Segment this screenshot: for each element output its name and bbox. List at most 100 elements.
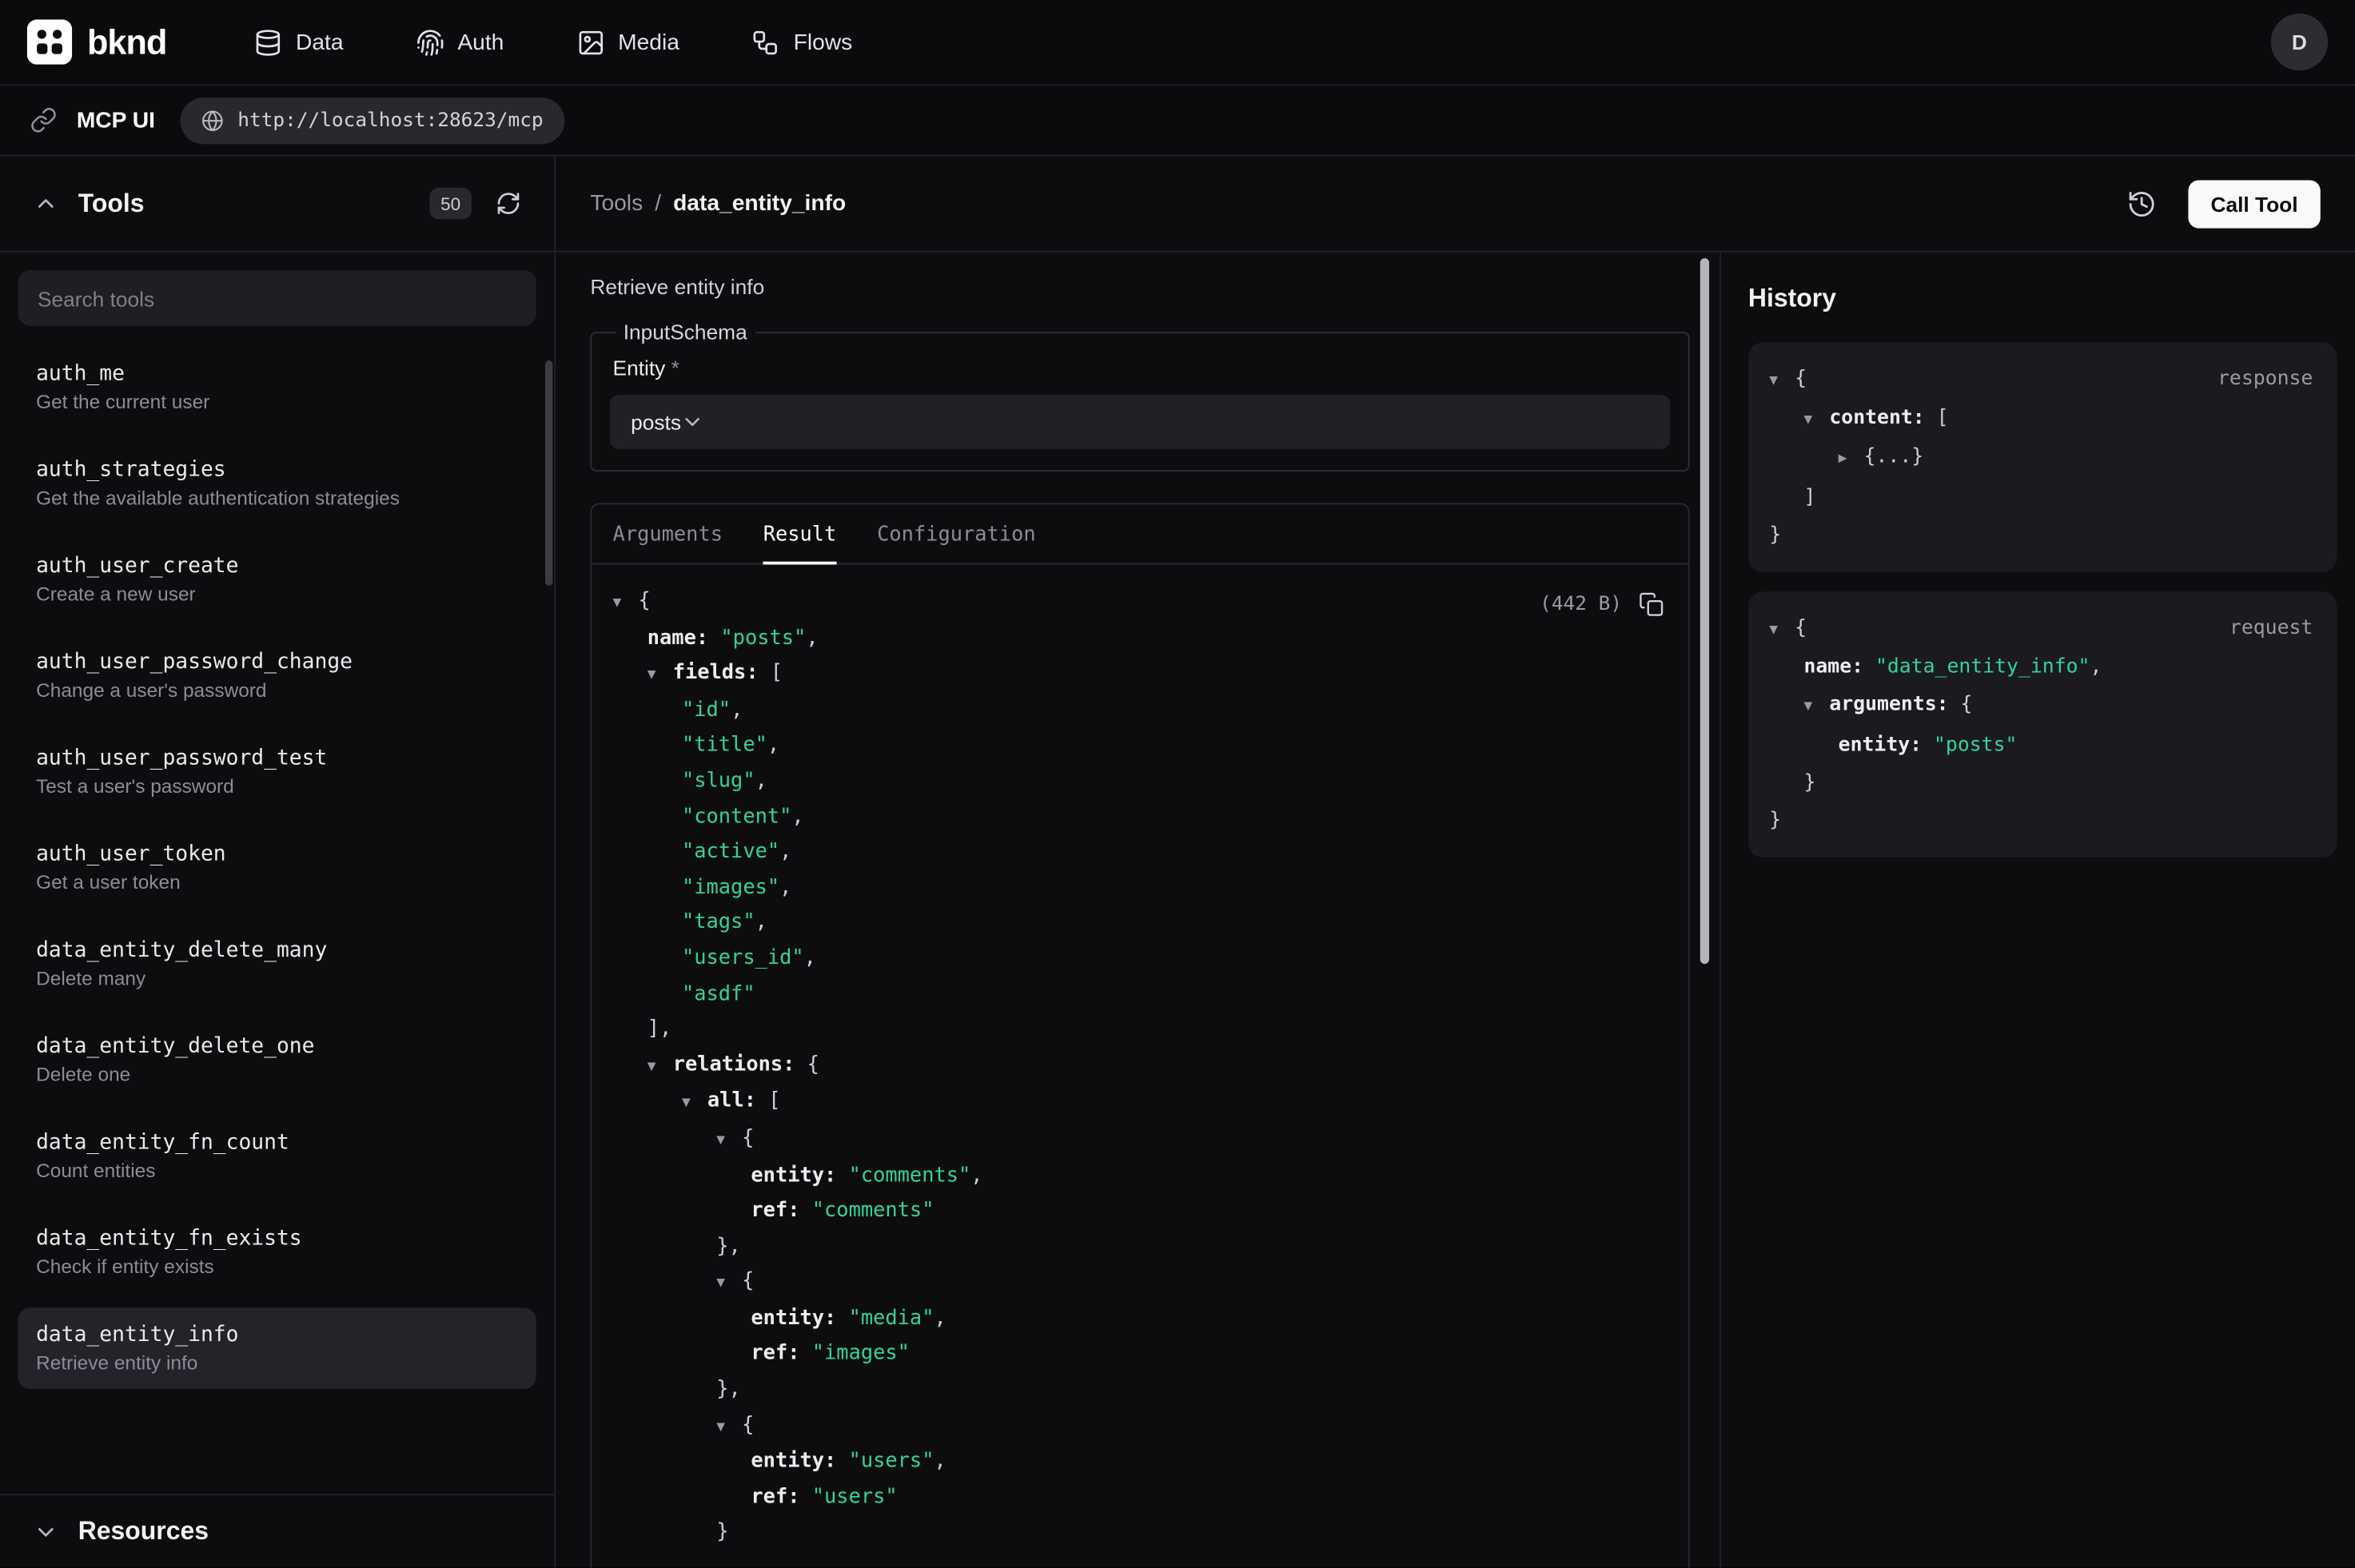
tool-header-bar: Tools / data_entity_info Call Tool — [556, 156, 2355, 252]
breadcrumb-root[interactable]: Tools — [590, 191, 643, 217]
history-icon[interactable] — [2126, 189, 2157, 219]
tab-arguments[interactable]: Arguments — [613, 504, 723, 563]
collapse-toggle-icon[interactable]: ▼ — [716, 1266, 742, 1301]
tool-description: Delete many — [36, 967, 518, 989]
history-cards: response▼{▼content: [▶{...}]}request▼{na… — [1748, 342, 2337, 858]
call-tool-button[interactable]: Call Tool — [2188, 180, 2320, 228]
collapse-toggle-icon[interactable]: ▼ — [1769, 611, 1795, 649]
tool-item-auth_strategies[interactable]: auth_strategiesGet the available authent… — [18, 443, 536, 523]
brand-name: bknd — [87, 22, 166, 62]
nav-item-media[interactable]: Media — [576, 28, 679, 57]
json-key: entity: — [751, 1306, 848, 1330]
collapse-toggle-icon[interactable]: ▼ — [1803, 688, 1829, 726]
main-scrollbar[interactable] — [1700, 258, 1709, 964]
tool-item-data_entity_delete_one[interactable]: data_entity_delete_oneDelete one — [18, 1020, 536, 1100]
json-punctuation: [ — [771, 661, 783, 685]
json-punctuation: {...} — [1864, 447, 1924, 469]
json-line: "asdf" — [613, 977, 1668, 1012]
tool-item-auth_user_token[interactable]: auth_user_tokenGet a user token — [18, 827, 536, 908]
tool-description: Count entities — [36, 1159, 518, 1181]
collapse-toggle-icon[interactable]: ▼ — [716, 1123, 742, 1158]
tool-item-auth_user_create[interactable]: auth_user_createCreate a new user — [18, 539, 536, 619]
json-line: "slug", — [613, 764, 1668, 799]
nav-item-auth[interactable]: Auth — [416, 28, 504, 57]
mcp-url: http://localhost:28623/mcp — [237, 109, 543, 131]
nav-item-flows[interactable]: Flows — [751, 28, 852, 57]
user-avatar[interactable]: D — [2271, 14, 2328, 70]
history-card-request[interactable]: request▼{name: "data_entity_info",▼argum… — [1748, 591, 2337, 858]
chevron-up-icon[interactable] — [33, 191, 58, 217]
mcp-subheader: MCP UI http://localhost:28623/mcp — [0, 86, 2355, 156]
globe-icon — [201, 109, 224, 131]
mcp-url-pill[interactable]: http://localhost:28623/mcp — [181, 97, 564, 143]
collapse-toggle-icon[interactable]: ▼ — [1769, 362, 1795, 400]
json-key: ref: — [751, 1485, 811, 1509]
brand[interactable]: bknd — [27, 19, 167, 64]
history-title: History — [1748, 284, 2337, 314]
tab-result[interactable]: Result — [763, 504, 837, 563]
chevron-down-icon — [33, 1518, 58, 1544]
json-key: content: — [1829, 408, 1936, 430]
tool-item-auth_user_password_test[interactable]: auth_user_password_testTest a user's pas… — [18, 731, 536, 812]
json-string: "media" — [849, 1306, 934, 1330]
json-string: "posts" — [1934, 734, 2017, 756]
json-key: relations: — [673, 1053, 807, 1077]
tool-description: Retrieve entity info — [36, 1351, 518, 1374]
json-line: "id", — [613, 694, 1668, 729]
collapse-toggle-icon[interactable]: ▼ — [648, 658, 673, 693]
tool-description: Get the current user — [36, 390, 518, 412]
tool-description: Change a user's password — [36, 679, 518, 701]
json-punctuation: , — [934, 1306, 946, 1330]
json-punctuation: ] — [1803, 486, 1815, 508]
tool-item-data_entity_info[interactable]: data_entity_infoRetrieve entity info — [18, 1307, 536, 1388]
json-punctuation: , — [731, 698, 743, 722]
collapse-toggle-icon[interactable]: ▼ — [1803, 401, 1829, 439]
resources-section-header[interactable]: Resources — [0, 1494, 554, 1567]
search-input[interactable] — [18, 270, 536, 326]
json-punctuation: , — [767, 734, 779, 758]
collapse-toggle-icon[interactable]: ▼ — [613, 586, 639, 621]
tool-item-data_entity_fn_exists[interactable]: data_entity_fn_existsCheck if entity exi… — [18, 1212, 536, 1292]
json-key: entity: — [1839, 734, 1934, 756]
tab-configuration[interactable]: Configuration — [877, 504, 1036, 563]
tool-item-data_entity_fn_count[interactable]: data_entity_fn_countCount entities — [18, 1116, 536, 1196]
json-line: entity: "comments", — [613, 1158, 1668, 1193]
tool-item-auth_user_password_change[interactable]: auth_user_password_changeChange a user's… — [18, 635, 536, 716]
tools-sidebar: Tools 50 auth_meGet the current userauth… — [0, 156, 556, 1567]
json-punctuation: { — [742, 1269, 754, 1293]
tool-name: auth_strategies — [36, 458, 518, 482]
json-punctuation: { — [1795, 617, 1807, 639]
copy-icon[interactable] — [1639, 592, 1664, 618]
expand-toggle-icon[interactable]: ▶ — [1839, 440, 1864, 478]
tool-description: Retrieve entity info — [590, 275, 1691, 299]
json-punctuation: { — [1960, 694, 1972, 717]
database-icon — [253, 28, 282, 57]
tool-name: data_entity_delete_one — [36, 1034, 518, 1058]
bknd-logo-icon — [27, 19, 72, 64]
history-card-response[interactable]: response▼{▼content: [▶{...}]} — [1748, 342, 2337, 571]
image-icon — [576, 28, 605, 57]
entity-select[interactable]: posts — [610, 395, 1670, 449]
json-line: ▼{ — [613, 584, 1668, 621]
json-string: "users" — [812, 1485, 898, 1509]
sidebar-scrollbar[interactable] — [545, 360, 552, 586]
json-punctuation: { — [638, 588, 650, 612]
collapse-toggle-icon[interactable]: ▼ — [682, 1086, 707, 1121]
nav-item-label: Media — [618, 30, 679, 55]
tools-count-badge: 50 — [429, 188, 472, 219]
json-punctuation: , — [2090, 656, 2102, 679]
json-punctuation: { — [742, 1412, 754, 1436]
tool-item-auth_me[interactable]: auth_meGet the current user — [18, 347, 536, 428]
history-card-type-label: request — [2229, 610, 2313, 647]
json-string: "comments" — [849, 1163, 971, 1187]
json-key: arguments: — [1829, 694, 1960, 717]
page-title: MCP UI — [77, 107, 155, 133]
json-line: } — [1769, 802, 2316, 839]
nav-item-data[interactable]: Data — [253, 28, 343, 57]
refresh-icon[interactable] — [496, 191, 521, 217]
collapse-toggle-icon[interactable]: ▼ — [648, 1049, 673, 1084]
collapse-toggle-icon[interactable]: ▼ — [716, 1410, 742, 1445]
json-line: ▼arguments: { — [1769, 686, 2316, 726]
tool-item-data_entity_delete_many[interactable]: data_entity_delete_manyDelete many — [18, 923, 536, 1004]
json-key: all: — [707, 1089, 768, 1113]
